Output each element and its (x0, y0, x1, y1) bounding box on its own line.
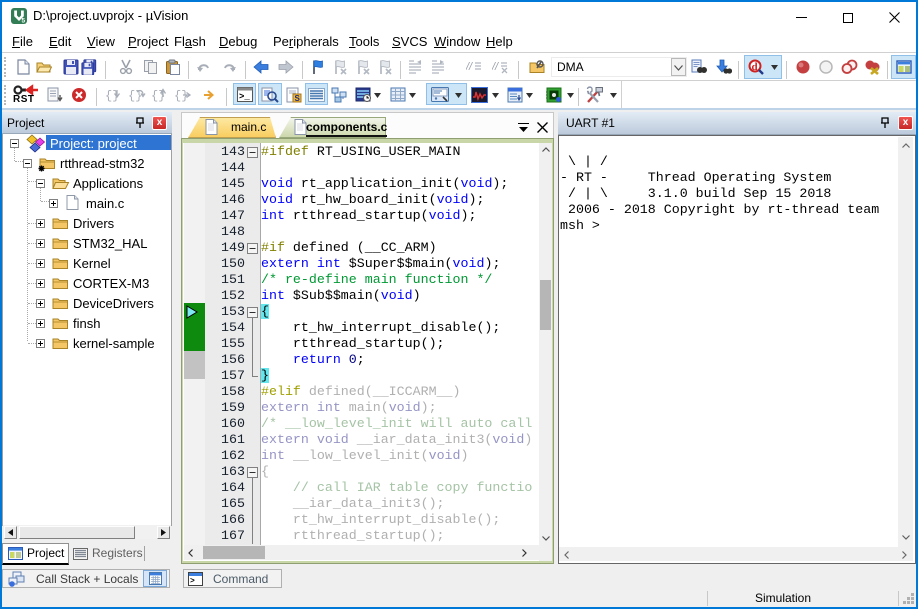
svg-text:>_: >_ (239, 92, 250, 102)
svg-text:{}: {} (174, 89, 188, 103)
svg-text:5: 5 (22, 18, 26, 25)
svg-text://: // (466, 61, 473, 73)
svg-text://: // (492, 61, 499, 73)
svg-text:d: d (752, 61, 758, 73)
svg-text:>: > (190, 577, 195, 586)
svg-text:S: S (295, 94, 301, 103)
